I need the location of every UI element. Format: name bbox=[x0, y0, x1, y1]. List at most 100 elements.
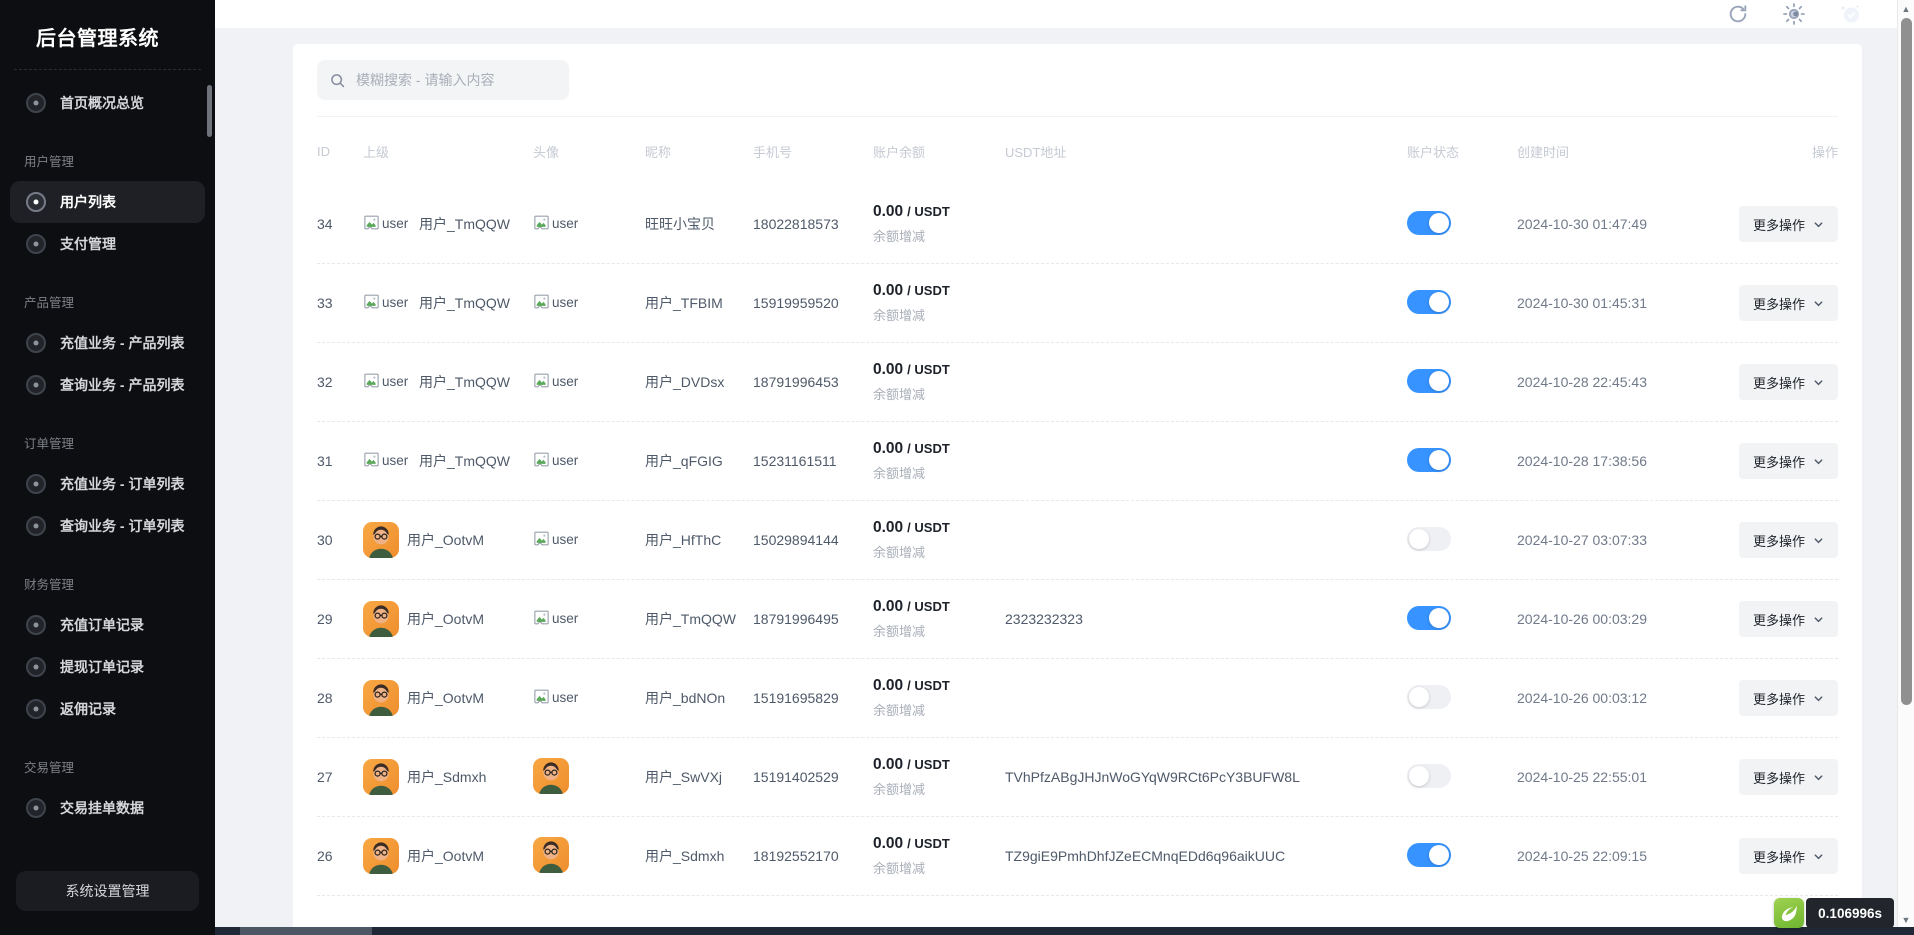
balance-amount: 0.00 bbox=[873, 835, 903, 852]
sidebar-item[interactable]: 返佣记录 bbox=[10, 688, 205, 730]
sidebar-section-label: 财务管理 bbox=[0, 562, 215, 604]
more-actions-button[interactable]: 更多操作 bbox=[1739, 680, 1838, 716]
thinkphp-logo-icon[interactable] bbox=[1774, 898, 1804, 928]
parent-avatar bbox=[363, 838, 399, 874]
more-actions-label: 更多操作 bbox=[1753, 610, 1805, 629]
account-status-toggle[interactable] bbox=[1407, 685, 1451, 709]
system-settings-button[interactable]: 系统设置管理 bbox=[16, 871, 199, 911]
menu-dot-icon bbox=[26, 474, 46, 494]
balance-adjust-link[interactable]: 余额增减 bbox=[873, 621, 925, 640]
sidebar-item[interactable]: 首页概况总览 bbox=[10, 82, 205, 124]
sidebar-scrollbar-thumb[interactable] bbox=[207, 85, 212, 137]
cell-actions: 更多操作 bbox=[1707, 601, 1838, 637]
scroll-down-arrow-icon[interactable]: ▼ bbox=[1898, 915, 1914, 925]
cell-nickname: 用户_DVDsx bbox=[645, 372, 753, 392]
broken-image-alt-text: user bbox=[552, 295, 578, 310]
sidebar-item[interactable]: 提现订单记录 bbox=[10, 646, 205, 688]
more-actions-button[interactable]: 更多操作 bbox=[1739, 601, 1838, 637]
more-actions-label: 更多操作 bbox=[1753, 768, 1805, 787]
more-actions-button[interactable]: 更多操作 bbox=[1739, 443, 1838, 479]
more-actions-label: 更多操作 bbox=[1753, 452, 1805, 471]
sidebar-item[interactable]: 查询业务 - 产品列表 bbox=[10, 364, 205, 406]
parent-broken-image: user bbox=[363, 214, 411, 234]
table-row: 32user用户_TmQQWuser用户_DVDsx187919964530.0… bbox=[317, 343, 1838, 422]
balance-amount: 0.00 bbox=[873, 677, 903, 694]
table-row: 30用户_OotvMuser用户_HfThC150298941440.00/ U… bbox=[317, 501, 1838, 580]
broken-image-icon bbox=[363, 451, 380, 468]
horizontal-scrollbar[interactable] bbox=[0, 927, 1914, 935]
account-status-toggle[interactable] bbox=[1407, 606, 1451, 630]
chevron-down-icon bbox=[1813, 219, 1824, 230]
more-actions-button[interactable]: 更多操作 bbox=[1739, 522, 1838, 558]
cell-balance: 0.00/ USDT余额增减 bbox=[873, 519, 1005, 561]
memoji-face bbox=[363, 759, 399, 795]
cell-parent: 用户_OotvM bbox=[363, 522, 533, 558]
broken-image-alt-text: user bbox=[382, 295, 408, 310]
cell-phone: 15191402529 bbox=[753, 769, 873, 785]
horizontal-scrollbar-thumb[interactable] bbox=[240, 927, 372, 935]
sidebar-item[interactable]: 充值业务 - 订单列表 bbox=[10, 463, 205, 505]
account-status-toggle[interactable] bbox=[1407, 290, 1451, 314]
cell-parent: user用户_TmQQW bbox=[363, 372, 533, 392]
balance-adjust-link[interactable]: 余额增减 bbox=[873, 700, 925, 719]
theme-toggle-button[interactable] bbox=[1780, 0, 1808, 28]
chevron-down-icon bbox=[1813, 535, 1824, 546]
refresh-button[interactable] bbox=[1724, 0, 1752, 28]
account-status-toggle[interactable] bbox=[1407, 211, 1451, 235]
sidebar-item[interactable]: 充值订单记录 bbox=[10, 604, 205, 646]
cell-parent: 用户_OotvM bbox=[363, 601, 533, 637]
account-status-toggle[interactable] bbox=[1407, 527, 1451, 551]
cell-avatar: user bbox=[533, 451, 645, 471]
cell-avatar: user bbox=[533, 609, 645, 629]
vertical-scrollbar[interactable]: ▲ ▼ bbox=[1897, 0, 1914, 935]
sidebar-item[interactable]: 用户列表 bbox=[10, 181, 205, 223]
sidebar-item[interactable]: 支付管理 bbox=[10, 223, 205, 265]
balance-amount: 0.00 bbox=[873, 361, 903, 378]
app-root: 后台管理系统 首页概况总览用户管理用户列表支付管理产品管理充值业务 - 产品列表… bbox=[0, 0, 1914, 935]
broken-image-alt-text: user bbox=[382, 374, 408, 389]
cell-id: 29 bbox=[317, 611, 363, 627]
debug-toolbar[interactable]: 0.106996s bbox=[1774, 898, 1894, 928]
more-actions-button[interactable]: 更多操作 bbox=[1739, 285, 1838, 321]
cell-phone: 15191695829 bbox=[753, 690, 873, 706]
column-header: 创建时间 bbox=[1517, 142, 1707, 161]
account-status-toggle[interactable] bbox=[1407, 448, 1451, 472]
balance-amount: 0.00 bbox=[873, 519, 903, 536]
balance-adjust-link[interactable]: 余额增减 bbox=[873, 542, 925, 561]
more-actions-button[interactable]: 更多操作 bbox=[1739, 364, 1838, 400]
sidebar-section-label: 用户管理 bbox=[0, 139, 215, 181]
sidebar-item[interactable]: 查询业务 - 订单列表 bbox=[10, 505, 205, 547]
cell-balance: 0.00/ USDT余额增减 bbox=[873, 203, 1005, 245]
table-row: 33user用户_TmQQWuser用户_TFBIM159199595200.0… bbox=[317, 264, 1838, 343]
search-box[interactable] bbox=[317, 60, 569, 100]
balance-adjust-link[interactable]: 余额增减 bbox=[873, 463, 925, 482]
sidebar-item[interactable]: 充值业务 - 产品列表 bbox=[10, 322, 205, 364]
balance-unit: / USDT bbox=[907, 441, 950, 456]
vertical-scrollbar-thumb[interactable] bbox=[1901, 18, 1912, 705]
user-broken-image: user bbox=[533, 293, 581, 313]
cell-avatar: user bbox=[533, 372, 645, 392]
scroll-up-arrow-icon[interactable]: ▲ bbox=[1898, 4, 1914, 14]
balance-adjust-link[interactable]: 余额增减 bbox=[873, 226, 925, 245]
more-actions-button[interactable]: 更多操作 bbox=[1739, 206, 1838, 242]
table-row: 29用户_OotvMuser用户_TmQQW187919964950.00/ U… bbox=[317, 580, 1838, 659]
search-input[interactable] bbox=[356, 72, 557, 88]
cell-nickname: 用户_HfThC bbox=[645, 530, 753, 550]
cell-created-at: 2024-10-25 22:09:15 bbox=[1517, 848, 1707, 864]
account-status-toggle[interactable] bbox=[1407, 369, 1451, 393]
balance-adjust-link[interactable]: 余额增减 bbox=[873, 384, 925, 403]
sidebar-item-label: 充值业务 - 产品列表 bbox=[60, 333, 184, 353]
more-actions-button[interactable]: 更多操作 bbox=[1739, 759, 1838, 795]
clear-cache-button[interactable] bbox=[1836, 0, 1864, 28]
account-status-toggle[interactable] bbox=[1407, 843, 1451, 867]
cell-id: 33 bbox=[317, 295, 363, 311]
balance-adjust-link[interactable]: 余额增减 bbox=[873, 779, 925, 798]
more-actions-button[interactable]: 更多操作 bbox=[1739, 838, 1838, 874]
balance-adjust-link[interactable]: 余额增减 bbox=[873, 305, 925, 324]
menu-dot-icon bbox=[26, 375, 46, 395]
account-status-toggle[interactable] bbox=[1407, 764, 1451, 788]
table-row: 27用户_Sdmxh用户_SwVXj151914025290.00/ USDT余… bbox=[317, 738, 1838, 817]
balance-adjust-link[interactable]: 余额增减 bbox=[873, 858, 925, 877]
more-actions-label: 更多操作 bbox=[1753, 847, 1805, 866]
sidebar-item[interactable]: 交易挂单数据 bbox=[10, 787, 205, 829]
